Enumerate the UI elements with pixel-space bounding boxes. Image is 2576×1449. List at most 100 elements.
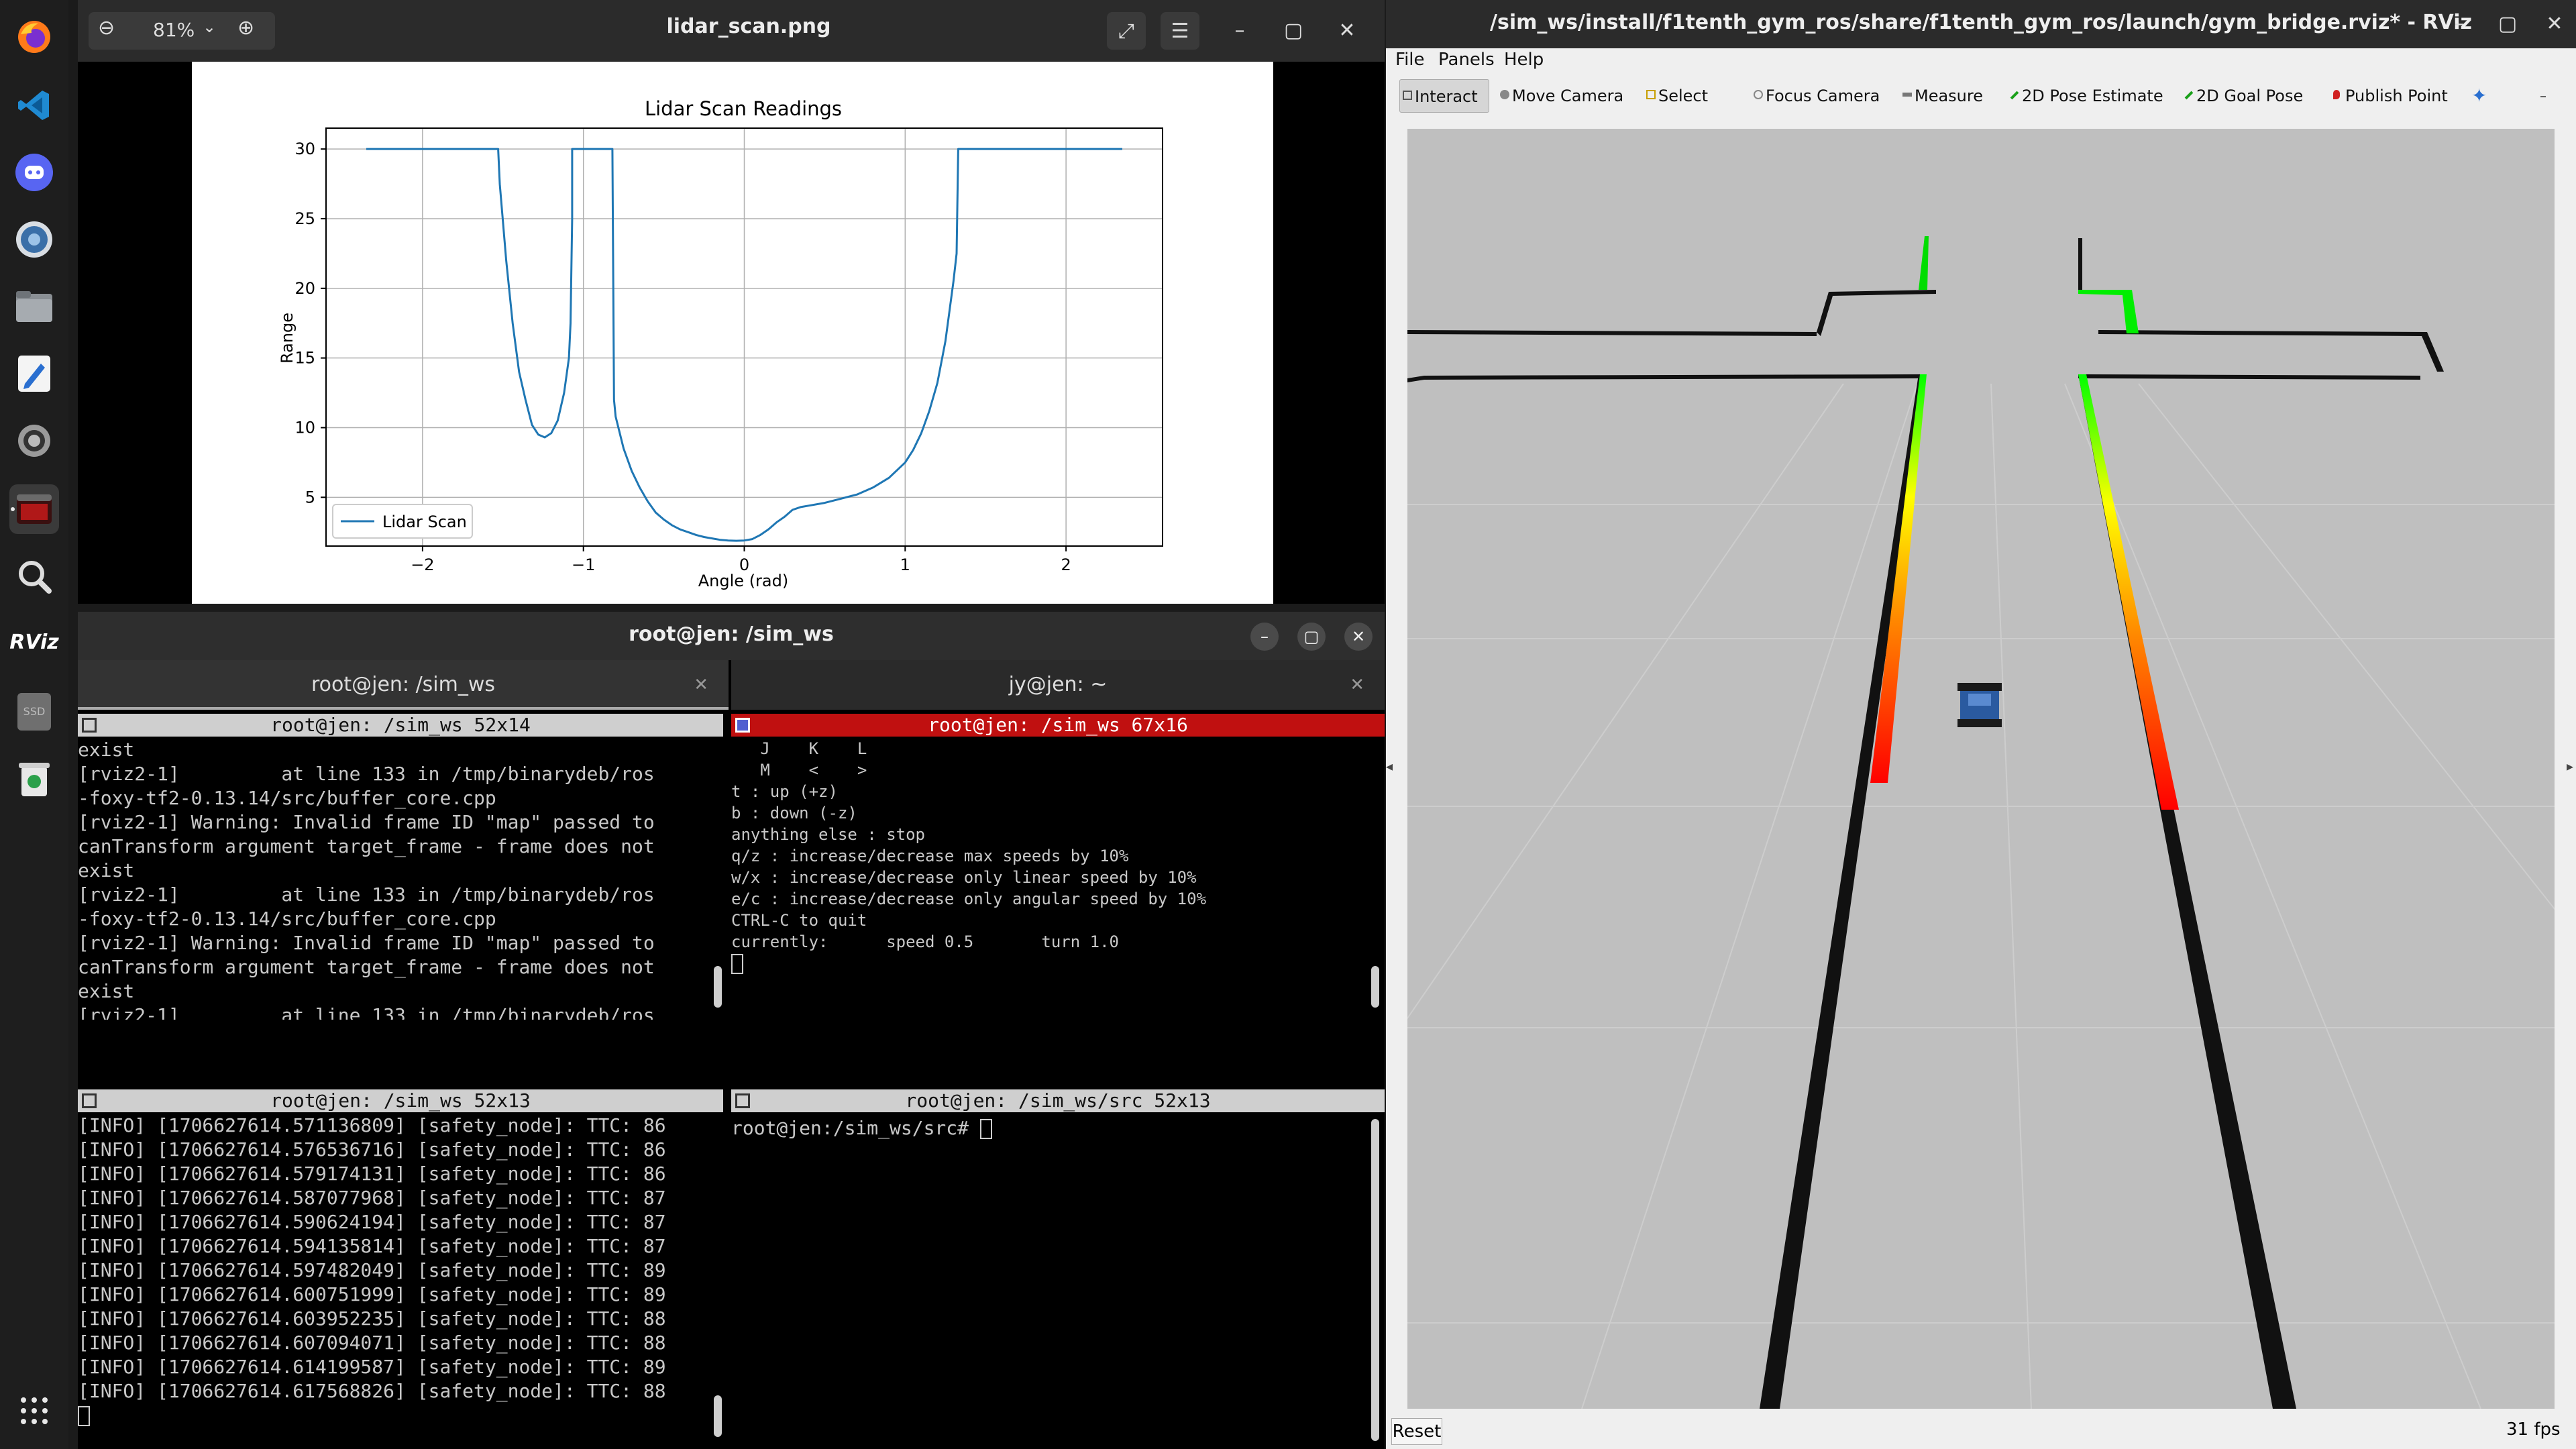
tool-select[interactable]: Select [1644,79,1708,113]
scene-view [1138,236,2576,1409]
toolbar-overflow-icon[interactable]: – [2540,79,2546,113]
close-tab-icon[interactable]: ✕ [694,660,708,710]
tab-root-sim-ws[interactable]: root@jen: /sim_ws ✕ [78,660,729,710]
close-icon[interactable]: ✕ [2540,9,2569,39]
text-editor-icon[interactable] [9,349,59,398]
reset-button[interactable]: Reset [1391,1418,1442,1445]
pane-title-bar: root@jen: /sim_ws 52x13 [78,1089,723,1112]
tool-interact[interactable]: Interact [1399,79,1489,113]
pane-top-right[interactable]: root@jen: /sim_ws 67x16 J K L M < > t : u… [731,714,1385,1020]
close-icon[interactable]: ✕ [1344,623,1373,651]
tool-label: Interact [1415,87,1478,106]
shell-prompt-line[interactable]: root@jen:/sim_ws/src# [731,1116,992,1140]
tool-label: 2D Pose Estimate [2022,87,2163,105]
select-icon [1646,90,1656,99]
scrollbar[interactable] [1371,966,1379,1008]
tool-2d-goal-pose[interactable]: 2D Goal Pose [2182,79,2303,113]
pane-icon [735,718,750,733]
pane-bottom-left[interactable]: root@jen: /sim_ws 52x13 [INFO] [17066276… [78,1089,729,1449]
close-icon[interactable]: ✕ [1332,16,1362,46]
tab-label: jy@jen: ~ [1008,673,1108,696]
minimize-icon[interactable]: – [1225,16,1254,46]
scrollbar[interactable] [714,1395,722,1437]
y-tick-label: 15 [294,349,315,368]
text-cursor [979,1119,992,1139]
globe-app-icon[interactable] [9,215,59,264]
discord-icon[interactable] [9,148,59,197]
menu-icon[interactable]: ☰ [1161,12,1199,50]
terminal-line: [INFO] [1706627614.579174131] [safety_no… [78,1163,666,1185]
pane-top-left[interactable]: root@jen: /sim_ws 52x14 exist [rviz2-1] a… [78,714,729,1020]
tool-focus-camera[interactable]: Focus Camera [1751,79,1880,113]
menu-file[interactable]: File [1395,50,1425,70]
ssd-drive-icon[interactable]: SSD [9,687,59,737]
collapse-right-panel-icon[interactable]: ▸ [2567,758,2573,774]
zoom-out-icon[interactable]: ⊖ [98,16,115,40]
settings-icon[interactable] [9,416,59,466]
firefox-icon[interactable] [9,12,59,62]
zoom-level[interactable]: 81% [153,19,195,41]
tool-label: Focus Camera [1766,87,1880,105]
maximize-icon[interactable]: ▢ [1297,623,1326,651]
menu-panels[interactable]: Panels [1438,50,1495,70]
terminal-line: CTRL-C to quit [731,911,867,930]
tool-measure[interactable]: Measure [1900,79,1983,113]
ruler-icon [1902,93,1912,97]
grid-lines [326,128,1163,546]
pane-icon [82,718,97,733]
pane-bottom-right[interactable]: root@jen: /sim_ws/src 52x13 root@jen:/si… [731,1089,1385,1449]
rviz-header-bar: /sim_ws/install/f1tenth_gym_ros/share/f1… [1386,0,2576,48]
maximize-icon[interactable]: ▢ [2493,9,2522,39]
scrollbar[interactable] [1371,1119,1379,1441]
zoom-in-icon[interactable]: ⊕ [237,16,254,40]
terminal-line: [INFO] [1706627614.607094071] [safety_no… [78,1332,666,1354]
menu-help[interactable]: Help [1504,50,1544,70]
fullscreen-icon[interactable]: ⤢ [1107,12,1146,50]
x-tick-label: −2 [411,555,434,574]
terminal-icon[interactable] [9,484,59,534]
y-tick-label: 10 [294,418,315,437]
terminal-line: [INFO] [1706627614.614199587] [safety_no… [78,1356,666,1378]
terminal-line: exist [78,859,135,881]
terminal-line: [INFO] [1706627614.600751999] [safety_no… [78,1283,666,1305]
chevron-down-icon[interactable]: ⌄ [203,17,216,36]
tool-publish-point[interactable]: Publish Point [2330,79,2448,113]
minimize-icon[interactable]: – [1250,623,1279,651]
pane-output: [INFO] [1706627614.571136809] [safety_no… [78,1114,666,1428]
terminal-line: exist [78,980,135,1002]
collapse-left-panel-icon[interactable]: ◂ [1386,758,1393,774]
terminal-line: canTransform argument target_frame - fra… [78,956,655,978]
text-cursor [731,954,743,974]
pane-title: root@jen: /sim_ws/src 52x13 [905,1089,1211,1112]
terminal-line: b : down (-z) [731,804,857,822]
apps-grid-icon[interactable] [9,1386,59,1436]
image-viewer-icon[interactable] [9,551,59,601]
rviz-3d-viewport[interactable] [1138,129,2576,1409]
lidar-chart: Lidar Scan Readings Angle (rad) Range −2… [278,97,1163,590]
terminal-line: e/c : increase/decrease only angular spe… [731,890,1207,908]
pane-icon [82,1093,97,1108]
y-axis-label: Range [278,313,297,364]
rviz-icon[interactable]: RViz [9,617,59,667]
trash-icon[interactable] [9,754,59,804]
terminal-line: [rviz2-1] at line 133 in /tmp/binarydeb/… [78,763,655,785]
scrollbar[interactable] [714,966,722,1008]
terminal-line: [INFO] [1706627614.603952235] [safety_no… [78,1307,666,1330]
tool-2d-pose-estimate[interactable]: 2D Pose Estimate [2007,79,2163,113]
rviz-status-bar: Reset 31 fps [1386,1414,2576,1449]
application-dock: RViz SSD [0,0,68,1449]
vscode-icon[interactable] [9,80,59,130]
tab-jy-home[interactable]: jy@jen: ~ ✕ [731,660,1385,710]
x-tick-label: 0 [739,555,749,574]
maximize-icon[interactable]: ▢ [1279,16,1308,46]
image-viewer-window: ⊖ 81% ⌄ ⊕ lidar_scan.png ⤢ ☰ – ▢ ✕ Lidar… [78,0,1385,604]
pane-title-bar: root@jen: /sim_ws 67x16 [731,714,1385,737]
viewer-title: lidar_scan.png [666,15,831,38]
close-tab-icon[interactable]: ✕ [1350,660,1364,710]
tool-move-camera[interactable]: Move Camera [1497,79,1623,113]
files-icon[interactable] [9,282,59,331]
y-tick-label: 5 [305,488,315,506]
add-tool-icon[interactable]: ✦ [2471,79,2487,113]
minimize-icon[interactable]: – [2445,9,2474,39]
pane-icon [735,1093,750,1108]
